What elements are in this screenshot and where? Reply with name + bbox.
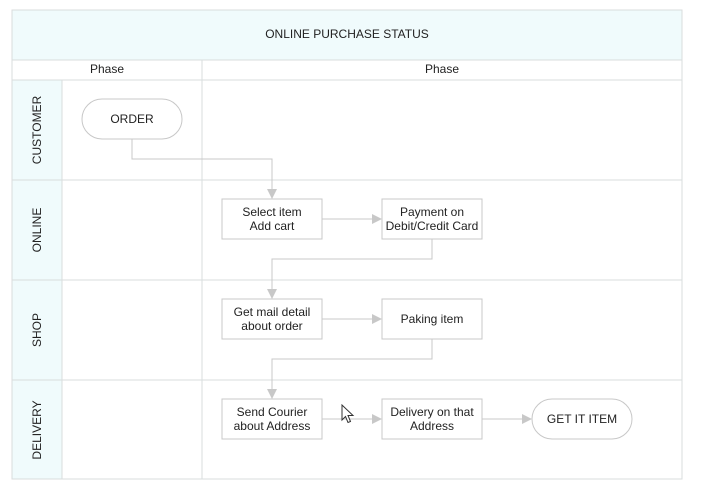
svg-text:Send Courierabout Address: Send Courier about Address [234, 405, 311, 433]
svg-text:GET IT ITEM: GET IT ITEM [547, 412, 617, 426]
connector-payment-to-mail [267, 239, 433, 299]
node-label-line: Delivery on that [390, 405, 474, 419]
connectors [131, 139, 532, 424]
node-label-line: Send Courier [237, 405, 308, 419]
node-order[interactable]: ORDER [81, 98, 183, 140]
node-select-item[interactable]: Select item Add cart [221, 198, 323, 240]
node-delivery[interactable]: Delivery on that Address [381, 398, 483, 440]
svg-text:Paking item: Paking item [401, 312, 464, 326]
node-label-line: Paking item [401, 312, 464, 326]
lane-online [61, 179, 683, 281]
phase-label-1: Phase [90, 62, 124, 76]
node-get-it-item[interactable]: GET IT ITEM [531, 398, 633, 440]
node-label-line: about order [241, 319, 302, 333]
node-paking-item[interactable]: Paking item [381, 298, 483, 340]
svg-text:Select itemAdd cart: Select item Add cart [242, 205, 301, 233]
node-label-line: Address [410, 419, 454, 433]
node-label-line: Debit/Credit Card [386, 219, 479, 233]
mouse-pointer-icon [341, 404, 355, 424]
node-label-line: about Address [234, 419, 311, 433]
phase-label-2: Phase [425, 62, 459, 76]
node-payment[interactable]: Payment on Debit/Credit Card [381, 198, 483, 240]
lane-label-shop: SHOP [30, 313, 44, 347]
lane-label-online: ONLINE [30, 208, 44, 253]
node-label-line: ORDER [110, 112, 154, 126]
node-label-line: GET IT ITEM [547, 412, 617, 426]
lane-label-customer: CUSTOMER [30, 95, 44, 164]
node-label-line: Select item [242, 205, 301, 219]
lane-label-delivery: DELIVERY [30, 400, 44, 459]
connector-paking-to-courier [267, 339, 433, 399]
node-label-line: Payment on [400, 205, 464, 219]
svg-text:ORDER: ORDER [110, 112, 154, 126]
svg-text:Get mail detailabout order: Get mail detail about order [234, 305, 311, 333]
node-label-line: Get mail detail [234, 305, 311, 319]
node-mail-detail[interactable]: Get mail detail about order [221, 298, 323, 340]
node-send-courier[interactable]: Send Courier about Address [221, 398, 323, 440]
swimlane-diagram: ONLINE PURCHASE STATUS Phase Phase CUSTO… [11, 9, 683, 480]
lane-shop [61, 279, 683, 381]
diagram-title: ONLINE PURCHASE STATUS [265, 27, 429, 41]
node-label-line: Add cart [250, 219, 295, 233]
